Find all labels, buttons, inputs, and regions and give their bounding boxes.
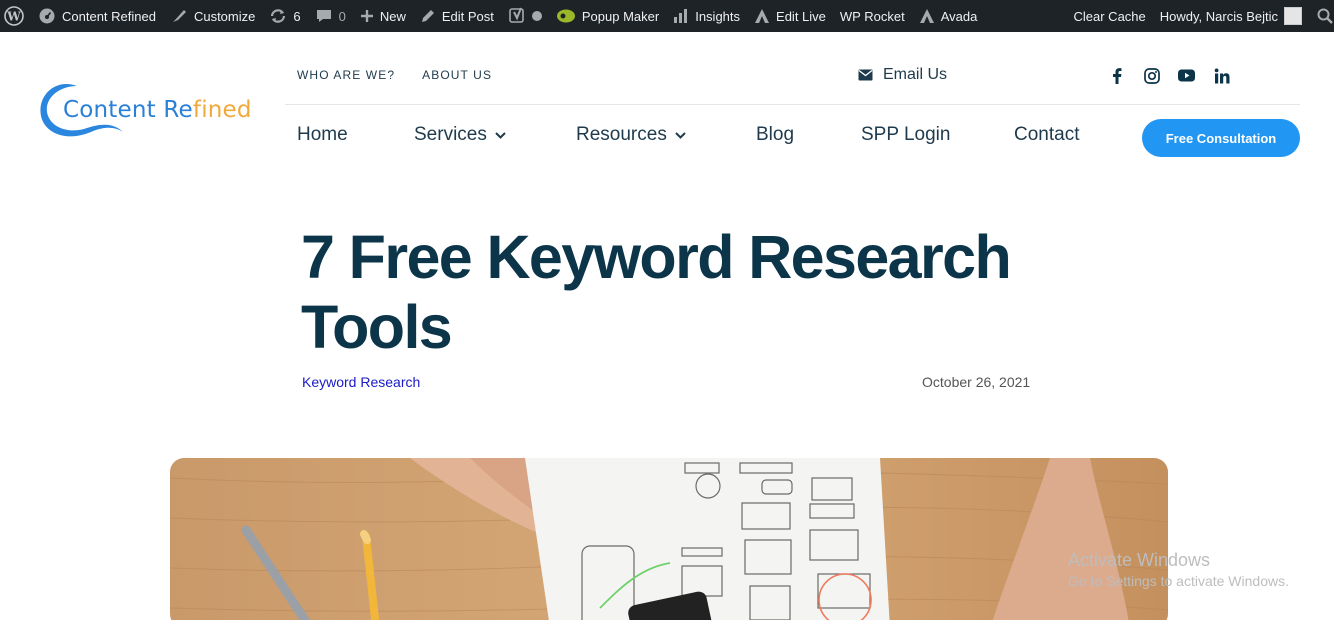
- wp-rocket-link[interactable]: WP Rocket: [833, 0, 912, 32]
- admin-search[interactable]: [1309, 0, 1334, 32]
- plus-icon: [360, 9, 374, 23]
- nav-contact[interactable]: Contact: [1014, 124, 1079, 146]
- edit-post-link[interactable]: Edit Post: [413, 0, 501, 32]
- header-divider: [285, 104, 1300, 105]
- nav-resources-label: Resources: [576, 124, 667, 145]
- clear-cache-link[interactable]: Clear Cache: [1067, 0, 1153, 32]
- page-title: 7 Free Keyword Research Tools: [301, 223, 1012, 361]
- howdy-label: Howdy, Narcis Bejtic: [1159, 8, 1278, 24]
- nav-spp-login-label: SPP Login: [861, 124, 951, 145]
- customize-label: Customize: [193, 8, 256, 24]
- wp-admin-bar: W Content Refined Customize 6 0 New Edit…: [0, 0, 1334, 32]
- customize-link[interactable]: Customize: [163, 0, 262, 32]
- logo-wordmark: Content Refined: [63, 97, 252, 123]
- brush-icon: [170, 7, 188, 25]
- site-logo[interactable]: Content Refined: [37, 78, 257, 142]
- comments-link[interactable]: 0: [308, 0, 353, 32]
- email-us-label: Email Us: [883, 66, 948, 83]
- nav-blog[interactable]: Blog: [756, 124, 794, 146]
- avada-label: Avada: [940, 8, 978, 24]
- nav-contact-label: Contact: [1014, 124, 1080, 145]
- my-account-link[interactable]: Howdy, Narcis Bejtic: [1153, 0, 1309, 32]
- nav-services[interactable]: Services: [414, 124, 506, 146]
- admin-bar-secondary: Clear Cache Howdy, Narcis Bejtic: [1067, 0, 1334, 32]
- updates-count: 6: [293, 8, 301, 24]
- chevron-down-icon: [675, 131, 686, 139]
- youtube-icon[interactable]: [1178, 67, 1195, 84]
- avada-icon: [754, 8, 770, 24]
- social-links: [1108, 67, 1230, 84]
- envelope-icon: [858, 69, 873, 81]
- new-content-link[interactable]: New: [353, 0, 413, 32]
- comment-icon: [315, 7, 333, 25]
- watermark-subtitle: Go to Settings to activate Windows.: [1068, 573, 1289, 589]
- instagram-icon[interactable]: [1143, 67, 1160, 84]
- category-link[interactable]: Keyword Research: [302, 374, 420, 390]
- dashboard-icon: [38, 7, 56, 25]
- seo-status-dot-icon: [531, 11, 542, 21]
- edit-live-link[interactable]: Edit Live: [747, 0, 833, 32]
- activate-windows-watermark: Activate Windows Go to Settings to activ…: [1068, 550, 1289, 589]
- site-name-label: Content Refined: [62, 8, 156, 24]
- comments-count: 0: [338, 8, 346, 24]
- facebook-icon[interactable]: [1108, 67, 1125, 84]
- nav-who-are-we[interactable]: WHO ARE WE?: [297, 68, 395, 82]
- yoast-seo-menu[interactable]: [501, 0, 549, 32]
- bar-chart-icon: [673, 8, 689, 24]
- nav-blog-label: Blog: [756, 124, 795, 145]
- new-label: New: [379, 8, 406, 24]
- edit-live-label: Edit Live: [776, 8, 826, 24]
- chevron-down-icon: [495, 131, 506, 139]
- linkedin-icon[interactable]: [1213, 67, 1230, 84]
- search-icon: [1316, 7, 1334, 25]
- nav-about-us[interactable]: ABOUT US: [422, 68, 492, 82]
- nav-services-label: Services: [414, 124, 487, 145]
- free-consultation-button[interactable]: Free Consultation: [1142, 119, 1300, 157]
- logo-text-part1: Content Re: [63, 97, 193, 123]
- avada-logo-icon: [919, 8, 935, 24]
- svg-text:W: W: [6, 10, 21, 24]
- insights-link[interactable]: Insights: [666, 0, 747, 32]
- site-name-link[interactable]: Content Refined: [31, 0, 163, 32]
- pencil-icon: [420, 8, 436, 24]
- edit-post-label: Edit Post: [441, 8, 494, 24]
- watermark-title: Activate Windows: [1068, 550, 1211, 570]
- nav-spp-login[interactable]: SPP Login: [861, 124, 950, 146]
- refresh-icon: [269, 7, 287, 25]
- nav-home[interactable]: Home: [297, 124, 348, 146]
- avatar: [1284, 7, 1302, 25]
- wp-rocket-label: WP Rocket: [839, 8, 905, 24]
- post-date: October 26, 2021: [922, 374, 1031, 390]
- updates-link[interactable]: 6: [262, 0, 307, 32]
- email-us-link[interactable]: Email Us: [858, 66, 947, 84]
- popup-maker-label: Popup Maker: [581, 8, 660, 24]
- featured-image: [170, 458, 1168, 620]
- wordpress-logo-icon[interactable]: W: [0, 0, 31, 32]
- nav-resources[interactable]: Resources: [576, 124, 686, 146]
- logo-text-part2: fined: [192, 97, 252, 123]
- clear-cache-label: Clear Cache: [1073, 8, 1146, 24]
- popup-maker-link[interactable]: Popup Maker: [549, 0, 666, 32]
- top-secondary-nav: WHO ARE WE? ABOUT US: [297, 68, 492, 82]
- insights-label: Insights: [695, 8, 741, 24]
- popup-maker-icon: [556, 8, 576, 24]
- yoast-icon: [508, 7, 526, 25]
- avada-link[interactable]: Avada: [912, 0, 985, 32]
- nav-home-label: Home: [297, 124, 348, 145]
